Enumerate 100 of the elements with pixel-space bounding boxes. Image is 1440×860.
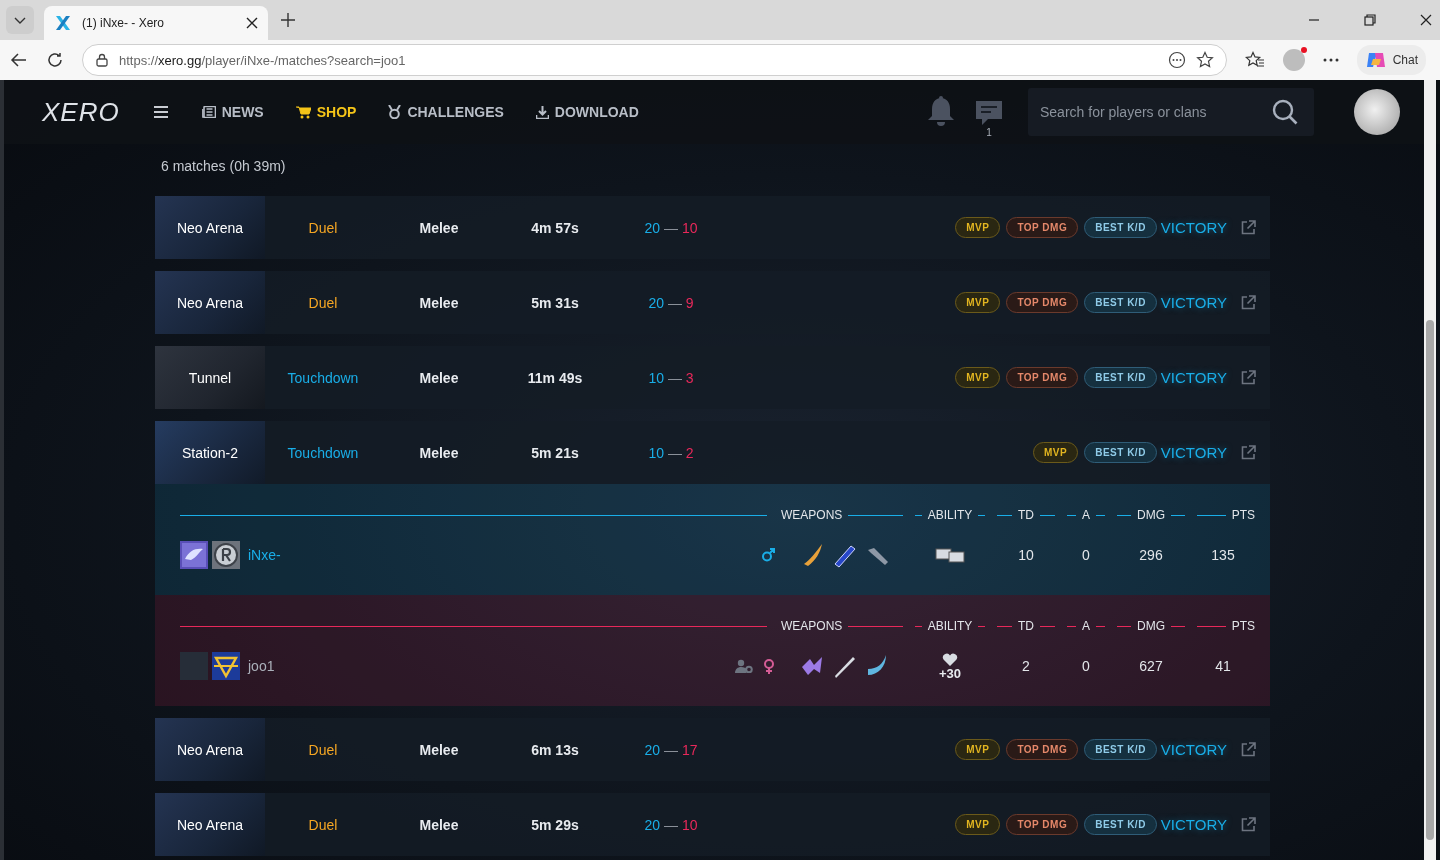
match-duration: 5m 21s [530,444,580,461]
assists-value: 0 [1081,658,1091,674]
external-link-icon[interactable] [1241,742,1256,757]
award-badge: MVP [1033,442,1079,463]
close-icon[interactable] [246,17,258,29]
game-mode: Duel [307,294,339,311]
nav-link[interactable]: SHOP [295,104,357,120]
site-logo[interactable]: XERO [42,96,120,128]
player-name[interactable]: joo1 [248,658,275,674]
menu-icon[interactable] [153,106,168,118]
message-icon[interactable] [974,98,1004,127]
hp-sp-ability-icon [935,547,965,563]
user-avatar[interactable] [1354,89,1400,135]
restore-icon[interactable] [1364,14,1376,26]
map-name: Station-2 [181,444,238,461]
match-score: 20 — 10 [643,219,699,236]
award-badge: TOP DMG [1006,814,1079,835]
external-link-icon[interactable] [1241,220,1256,235]
player-name[interactable]: iNxe- [248,547,281,563]
search-field[interactable]: Search for players or clans [1028,88,1314,136]
award-badge: BEST K/D [1084,814,1157,835]
nav-link[interactable]: NEWS [201,104,264,120]
match-row[interactable]: Neo Arena Duel Melee 5m 29s 20 — 10 MVP TOP DMG BEST K/D VICTORY [155,793,1270,856]
match-type: Melee [418,444,460,461]
download-icon [535,105,549,119]
match-type: Melee [418,219,460,236]
touchdowns-value: 10 [1017,547,1035,563]
award-badge: TOP DMG [1006,739,1079,760]
bell-icon[interactable] [926,96,956,128]
match-summary: 6 matches (0h 39m) [160,157,287,176]
external-link-icon[interactable] [1241,295,1256,310]
star-icon[interactable] [1195,51,1214,69]
search-icon[interactable] [1272,99,1298,125]
scrollbar[interactable] [1424,80,1436,860]
match-duration: 11m 49s [526,369,584,386]
external-link-icon[interactable] [1241,445,1256,460]
column-header: TD [1018,619,1034,633]
more-options-icon[interactable] [1167,51,1186,69]
tab-list-button[interactable] [6,6,34,34]
match-score: 10 — 2 [647,444,695,461]
profile-avatar[interactable] [1282,49,1305,71]
column-header: ABILITY [927,619,973,633]
nav-link[interactable]: CHALLENGES [388,104,504,120]
match-type: Melee [418,294,460,311]
emblem-icon [180,541,208,569]
match-row[interactable]: Station-2 Touchdown Melee 5m 21s 10 — 2 MVP BEST K/D VICTORY [155,421,1270,484]
damage-value: 296 [1138,547,1164,563]
award-badge: BEST K/D [1084,292,1157,313]
map-name: Neo Arena [176,741,244,758]
close-icon[interactable] [1420,14,1432,26]
more-icon[interactable] [1322,58,1339,62]
match-result: VICTORY [1160,741,1227,758]
map-name: Neo Arena [176,294,244,311]
match-score: 20 — 9 [647,294,695,311]
back-icon[interactable] [10,51,28,69]
award-badge: BEST K/D [1084,739,1157,760]
new-tab-icon[interactable] [280,12,296,28]
nav-link[interactable]: DOWNLOAD [535,104,639,120]
male-symbol-icon [761,548,775,562]
touchdowns-value: 2 [1021,658,1031,674]
award-badge: MVP [955,739,1001,760]
message-count: 1 [986,126,992,138]
url-text: https://xero.gg/player/iNxe-/matches?search=joo1 [119,52,407,68]
match-duration: 4m 57s [530,219,580,236]
match-score: 20 — 10 [643,816,699,833]
cart-icon [295,105,311,119]
browser-tab[interactable]: (1) iNxe- - Xero [44,6,268,40]
match-row[interactable]: Neo Arena Duel Melee 5m 31s 20 — 9 MVP TOP DMG BEST K/D VICTORY [155,271,1270,334]
game-mode: Duel [307,741,339,758]
match-duration: 5m 29s [530,816,580,833]
award-badge: TOP DMG [1006,367,1079,388]
external-link-icon[interactable] [1241,817,1256,832]
match-type: Melee [418,369,460,386]
match-type: Melee [418,816,460,833]
award-badge: MVP [955,814,1001,835]
empty-emblem-slot [180,652,208,680]
match-result: VICTORY [1160,294,1227,311]
external-link-icon[interactable] [1241,370,1256,385]
reload-icon[interactable] [46,51,64,69]
favorites-icon[interactable] [1244,51,1265,69]
column-header: PTS [1231,619,1255,633]
match-result: VICTORY [1160,369,1227,386]
column-header: WEAPONS [781,619,843,633]
match-score: 20 — 17 [643,741,699,758]
award-badge: TOP DMG [1006,292,1079,313]
game-mode: Touchdown [286,369,360,386]
match-row[interactable]: Neo Arena Duel Melee 4m 57s 20 — 10 MVP TOP DMG BEST K/D VICTORY [155,196,1270,259]
award-badge: MVP [955,367,1001,388]
match-row[interactable]: Tunnel Touchdown Melee 11m 49s 10 — 3 MVP TOP DMG BEST K/D VICTORY [155,346,1270,409]
match-row[interactable]: Neo Arena Duel Melee 6m 13s 20 — 17 MVP TOP DMG BEST K/D VICTORY [155,718,1270,781]
lock-icon [95,53,109,67]
match-result: VICTORY [1160,816,1227,833]
address-bar[interactable]: https://xero.gg/player/iNxe-/matches?search=joo1 [82,44,1227,76]
award-badge: MVP [955,292,1001,313]
chat-button[interactable]: Chat [1356,45,1426,75]
points-value: 135 [1210,547,1236,563]
column-header: TD [1018,508,1034,522]
column-header: ABILITY [927,508,973,522]
points-value: 41 [1214,658,1232,674]
emblem-icon [212,652,240,680]
